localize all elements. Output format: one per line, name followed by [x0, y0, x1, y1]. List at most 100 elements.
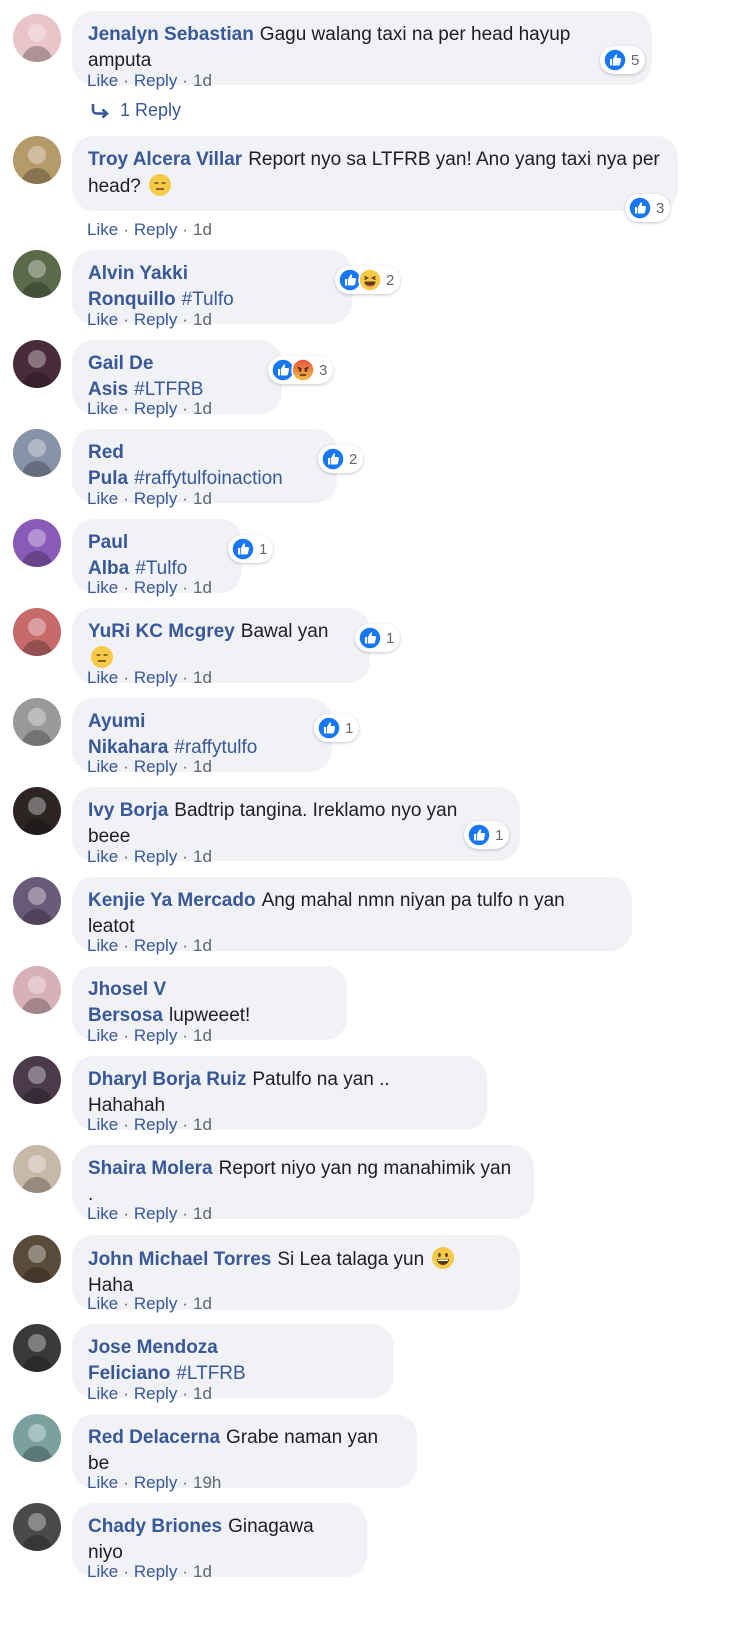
like-link[interactable]: Like — [87, 1294, 118, 1313]
timestamp[interactable]: 1d — [193, 847, 212, 866]
like-link[interactable]: Like — [87, 757, 118, 776]
timestamp[interactable]: 1d — [193, 668, 212, 687]
avatar[interactable] — [13, 340, 61, 388]
avatar[interactable] — [13, 966, 61, 1014]
reply-link[interactable]: Reply — [134, 847, 177, 866]
reaction-summary[interactable]: 1 — [228, 535, 274, 563]
reply-link[interactable]: Reply — [134, 1204, 177, 1223]
reaction-summary[interactable]: 5 — [600, 46, 646, 74]
like-link[interactable]: Like — [87, 936, 118, 955]
commenter-name[interactable]: Dharyl Borja Ruiz — [88, 1069, 246, 1090]
reply-link[interactable]: Reply — [134, 310, 177, 329]
like-link[interactable]: Like — [87, 668, 118, 687]
avatar[interactable] — [13, 519, 61, 567]
commenter-name[interactable]: Paul Alba — [88, 532, 129, 579]
avatar[interactable] — [13, 1056, 61, 1104]
commenter-name[interactable]: Ivy Borja — [88, 800, 168, 821]
timestamp[interactable]: 1d — [193, 489, 212, 508]
hashtag-link[interactable]: #Tulfo — [182, 289, 234, 310]
commenter-name[interactable]: Shaira Molera — [88, 1158, 213, 1179]
like-link[interactable]: Like — [87, 399, 118, 418]
reply-link[interactable]: Reply — [134, 1026, 177, 1045]
like-link[interactable]: Like — [87, 1204, 118, 1223]
reply-link[interactable]: Reply — [134, 1562, 177, 1581]
timestamp[interactable]: 1d — [193, 936, 212, 955]
like-link[interactable]: Like — [87, 71, 118, 90]
reply-link[interactable]: Reply — [134, 936, 177, 955]
like-link[interactable]: Like — [87, 1384, 118, 1403]
reaction-summary[interactable]: 1 — [464, 821, 510, 849]
timestamp[interactable]: 1d — [193, 1294, 212, 1313]
reply-link[interactable]: Reply — [134, 489, 177, 508]
commenter-name[interactable]: John Michael Torres — [88, 1249, 271, 1270]
reply-link[interactable]: Reply — [134, 1473, 177, 1492]
avatar[interactable] — [13, 429, 61, 477]
view-replies-link[interactable]: 1 Reply — [90, 100, 181, 121]
like-link[interactable]: Like — [87, 220, 118, 239]
commenter-name[interactable]: Troy Alcera Villar — [88, 149, 242, 170]
avatar[interactable] — [13, 1414, 61, 1462]
avatar[interactable] — [13, 250, 61, 298]
reaction-summary[interactable]: 2 — [335, 266, 401, 294]
like-link[interactable]: Like — [87, 1026, 118, 1045]
avatar[interactable] — [13, 1145, 61, 1193]
commenter-name[interactable]: Jenalyn Sebastian — [88, 24, 254, 45]
avatar[interactable] — [13, 1324, 61, 1372]
hashtag-link[interactable]: #raffytulfo — [174, 737, 257, 758]
avatar[interactable] — [13, 608, 61, 656]
timestamp[interactable]: 1d — [193, 399, 212, 418]
timestamp[interactable]: 1d — [193, 1115, 212, 1134]
reply-link[interactable]: Reply — [134, 1384, 177, 1403]
commenter-name[interactable]: Jhosel V Bersosa — [88, 979, 166, 1026]
commenter-name[interactable]: Red Pula — [88, 442, 128, 489]
avatar[interactable] — [13, 1503, 61, 1551]
like-link[interactable]: Like — [87, 489, 118, 508]
like-link[interactable]: Like — [87, 578, 118, 597]
avatar[interactable] — [13, 698, 61, 746]
like-link[interactable]: Like — [87, 1115, 118, 1134]
timestamp[interactable]: 1d — [193, 71, 212, 90]
reaction-summary[interactable]: 3 — [625, 194, 671, 222]
timestamp[interactable]: 1d — [193, 1026, 212, 1045]
reply-link[interactable]: Reply — [134, 578, 177, 597]
avatar[interactable] — [13, 787, 61, 835]
reaction-summary[interactable]: 2 — [318, 445, 364, 473]
like-link[interactable]: Like — [87, 1562, 118, 1581]
timestamp[interactable]: 19h — [193, 1473, 221, 1492]
timestamp[interactable]: 1d — [193, 220, 212, 239]
reaction-summary[interactable]: 1 — [314, 714, 360, 742]
hashtag-link[interactable]: #Tulfo — [135, 558, 187, 579]
commenter-name[interactable]: Red Delacerna — [88, 1427, 220, 1448]
timestamp[interactable]: 1d — [193, 1204, 212, 1223]
hashtag-link[interactable]: #raffytulfoinaction — [134, 468, 283, 489]
timestamp[interactable]: 1d — [193, 310, 212, 329]
timestamp[interactable]: 1d — [193, 1562, 212, 1581]
commenter-name[interactable]: Alvin Yakki Ronquillo — [88, 263, 188, 310]
reply-link[interactable]: Reply — [134, 1294, 177, 1313]
reply-link[interactable]: Reply — [134, 220, 177, 239]
avatar[interactable] — [13, 136, 61, 184]
like-link[interactable]: Like — [87, 310, 118, 329]
reply-link[interactable]: Reply — [134, 71, 177, 90]
timestamp[interactable]: 1d — [193, 578, 212, 597]
reaction-summary[interactable]: 1 — [355, 624, 401, 652]
reply-link[interactable]: Reply — [134, 1115, 177, 1134]
like-link[interactable]: Like — [87, 847, 118, 866]
avatar[interactable] — [13, 877, 61, 925]
hashtag-link[interactable]: #LTFRB — [176, 1363, 245, 1384]
commenter-name[interactable]: Ayumi Nikahara — [88, 711, 168, 758]
reply-link[interactable]: Reply — [134, 668, 177, 687]
commenter-name[interactable]: Kenjie Ya Mercado — [88, 890, 256, 911]
commenter-name[interactable]: YuRi KC Mcgrey — [88, 621, 235, 642]
timestamp[interactable]: 1d — [193, 1384, 212, 1403]
avatar[interactable] — [13, 1235, 61, 1283]
hashtag-link[interactable]: #LTFRB — [134, 379, 203, 400]
like-link[interactable]: Like — [87, 1473, 118, 1492]
timestamp[interactable]: 1d — [193, 757, 212, 776]
reply-link[interactable]: Reply — [134, 757, 177, 776]
replies-count[interactable]: 1 Reply — [120, 100, 181, 121]
reaction-summary[interactable]: 3 — [268, 356, 334, 384]
avatar[interactable] — [13, 14, 61, 62]
reply-link[interactable]: Reply — [134, 399, 177, 418]
commenter-name[interactable]: Chady Briones — [88, 1516, 222, 1537]
